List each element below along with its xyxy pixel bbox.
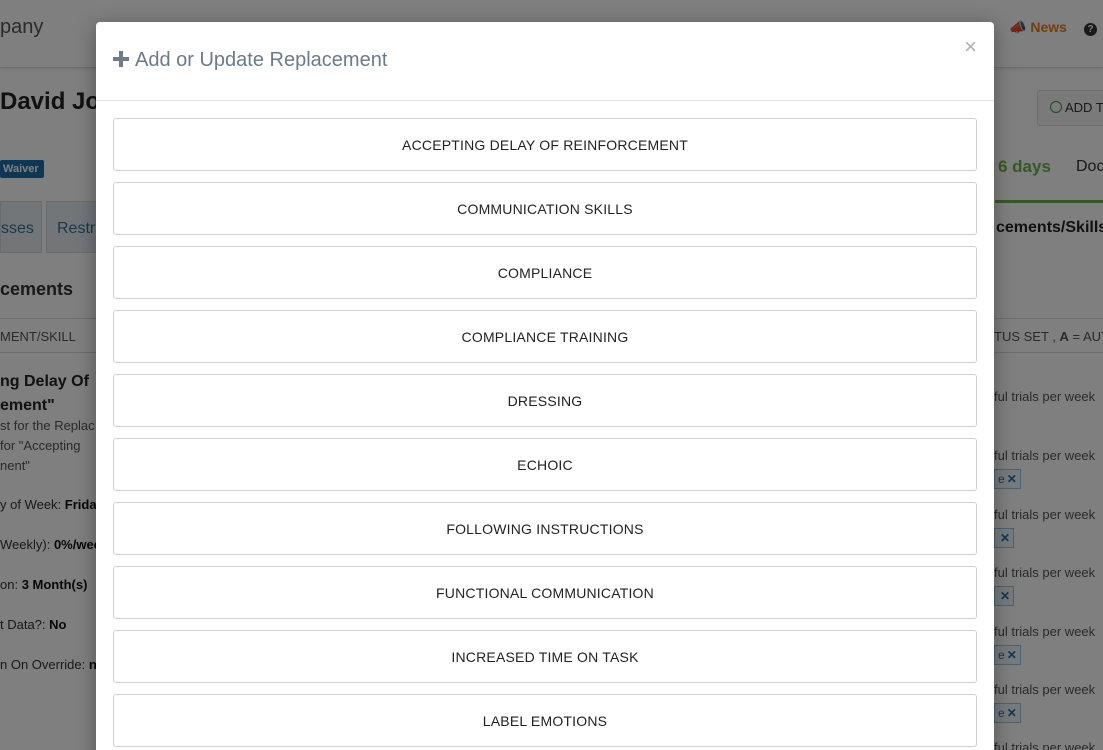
replacement-modal: Add or Update Replacement × ACCEPTING DE… bbox=[96, 22, 994, 750]
replacement-options-list: ACCEPTING DELAY OF REINFORCEMENT COMMUNI… bbox=[113, 118, 977, 750]
option-compliance-training[interactable]: COMPLIANCE TRAINING bbox=[113, 310, 977, 363]
modal-title-text: Add or Update Replacement bbox=[135, 49, 388, 71]
option-increased-time-on-task[interactable]: INCREASED TIME ON TASK bbox=[113, 630, 977, 683]
option-communication-skills[interactable]: COMMUNICATION SKILLS bbox=[113, 182, 977, 235]
option-accepting-delay-of-reinforcement[interactable]: ACCEPTING DELAY OF REINFORCEMENT bbox=[113, 118, 977, 171]
option-functional-communication[interactable]: FUNCTIONAL COMMUNICATION bbox=[113, 566, 977, 619]
plus-icon bbox=[113, 51, 129, 67]
option-following-instructions[interactable]: FOLLOWING INSTRUCTIONS bbox=[113, 502, 977, 555]
modal-header: Add or Update Replacement × bbox=[96, 22, 994, 101]
option-dressing[interactable]: DRESSING bbox=[113, 374, 977, 427]
option-label-emotions[interactable]: LABEL EMOTIONS bbox=[113, 694, 977, 747]
option-echoic[interactable]: ECHOIC bbox=[113, 438, 977, 491]
modal-title: Add or Update Replacement bbox=[113, 49, 387, 72]
close-button[interactable]: × bbox=[964, 36, 977, 58]
option-compliance[interactable]: COMPLIANCE bbox=[113, 246, 977, 299]
